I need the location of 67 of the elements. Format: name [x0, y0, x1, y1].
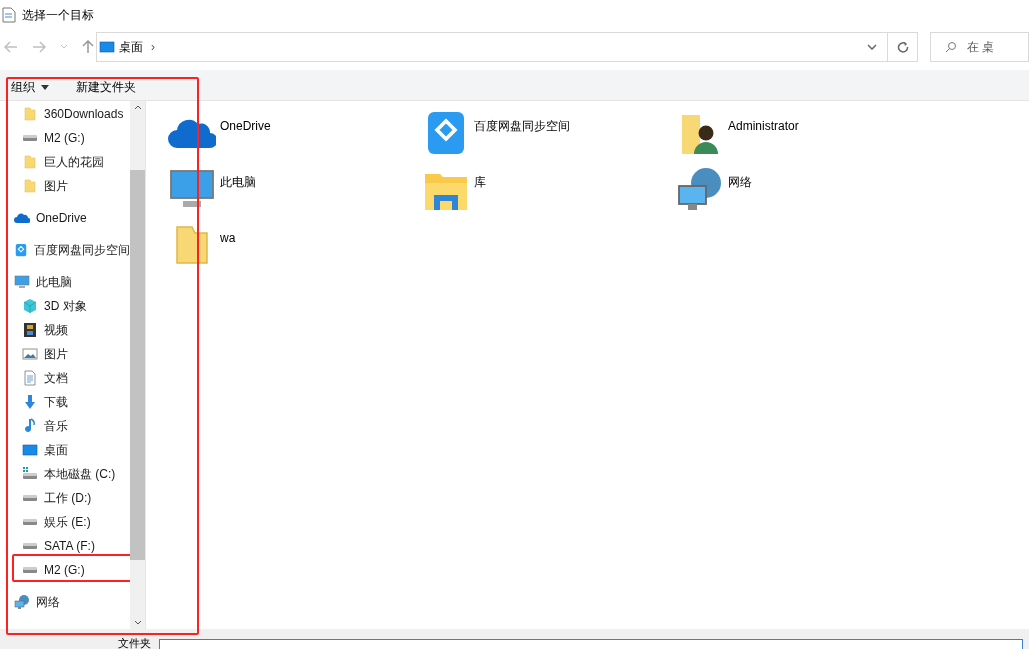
desktop-icon	[99, 39, 115, 55]
new-folder-button[interactable]: 新建文件夹	[76, 78, 136, 96]
sidebar-item[interactable]: 文档	[0, 366, 130, 390]
search-field[interactable]: 在 桌	[930, 32, 1029, 62]
picture-icon	[22, 346, 38, 362]
folder-icon	[22, 154, 38, 170]
breadcrumb-separator: ›	[151, 39, 155, 56]
music-note-icon	[22, 418, 38, 434]
drive-icon	[22, 566, 38, 574]
chevron-down-icon[interactable]	[867, 44, 877, 50]
search-icon	[945, 41, 957, 53]
scrollbar[interactable]	[130, 101, 145, 629]
folder-icon	[22, 106, 38, 122]
sidebar-item[interactable]: 本地磁盘 (C:)	[0, 462, 130, 486]
network-icon	[14, 594, 30, 610]
down-arrow-icon	[22, 394, 38, 410]
caret-icon	[41, 84, 49, 90]
sidebar-item[interactable]: 图片	[0, 174, 130, 198]
content-item[interactable]: Administrator	[676, 109, 930, 165]
refresh-icon[interactable]	[896, 41, 909, 53]
sidebar-item[interactable]: 娱乐 (E:)	[0, 510, 130, 534]
window-title: 选择一个目标	[22, 7, 94, 24]
chevron-down-icon[interactable]	[133, 620, 142, 625]
content-item[interactable]: 网络	[676, 165, 930, 221]
sidebar-item[interactable]: 巨人的花园	[0, 150, 130, 174]
back-arrow-icon[interactable]	[4, 41, 18, 53]
film-icon	[22, 322, 38, 338]
folder-icon	[22, 178, 38, 194]
sidebar-item[interactable]: 桌面	[0, 438, 130, 462]
forward-arrow-icon[interactable]	[32, 41, 46, 53]
network-icon	[676, 165, 724, 213]
input-field[interactable]	[159, 639, 1023, 649]
sidebar-item[interactable]: 此电脑	[0, 270, 130, 294]
content-item[interactable]: wa	[168, 221, 422, 277]
scrollbar-thumb[interactable]	[130, 170, 145, 560]
chevron-up-icon[interactable]	[133, 105, 142, 110]
content-item[interactable]: 库	[422, 165, 676, 221]
computer-icon	[14, 274, 30, 290]
sidebar-item[interactable]: OneDrive	[0, 206, 130, 230]
sidebar-item[interactable]: 网络	[0, 590, 130, 614]
content-item[interactable]: 此电脑	[168, 165, 422, 221]
sidebar-item[interactable]: 360Downloads	[0, 102, 130, 126]
sidebar-item[interactable]: 视频	[0, 318, 130, 342]
sidebar-item[interactable]: 3D 对象	[0, 294, 130, 318]
up-arrow-icon[interactable]	[82, 40, 94, 54]
sidebar-item[interactable]: 图片	[0, 342, 130, 366]
sidebar-item[interactable]: 下载	[0, 390, 130, 414]
content-item[interactable]: 百度网盘同步空间	[422, 109, 676, 165]
field-label: 文件夹	[118, 637, 151, 649]
desktop-icon	[22, 442, 38, 458]
sidebar-item[interactable]: SATA (F:)	[0, 534, 130, 558]
document-icon	[22, 370, 38, 386]
sidebar-item[interactable]: 工作 (D:)	[0, 486, 130, 510]
sidebar-item[interactable]: M2 (G:)	[0, 126, 130, 150]
address-bar[interactable]: 桌面 ›	[96, 32, 918, 62]
drive-icon	[22, 134, 38, 142]
storage-icon	[14, 242, 28, 258]
sidebar-item[interactable]: 百度网盘同步空间	[0, 238, 130, 262]
drive-icon	[22, 542, 38, 550]
cube-icon	[22, 298, 38, 314]
drive-icon	[22, 494, 38, 502]
content-item[interactable]: OneDrive	[168, 109, 422, 165]
sidebar-item[interactable]: 音乐	[0, 414, 130, 438]
drive-icon	[22, 518, 38, 526]
organize-menu[interactable]: 组织	[11, 78, 49, 96]
breadcrumb-item[interactable]: 桌面	[119, 38, 143, 56]
drive-icon	[22, 466, 38, 482]
